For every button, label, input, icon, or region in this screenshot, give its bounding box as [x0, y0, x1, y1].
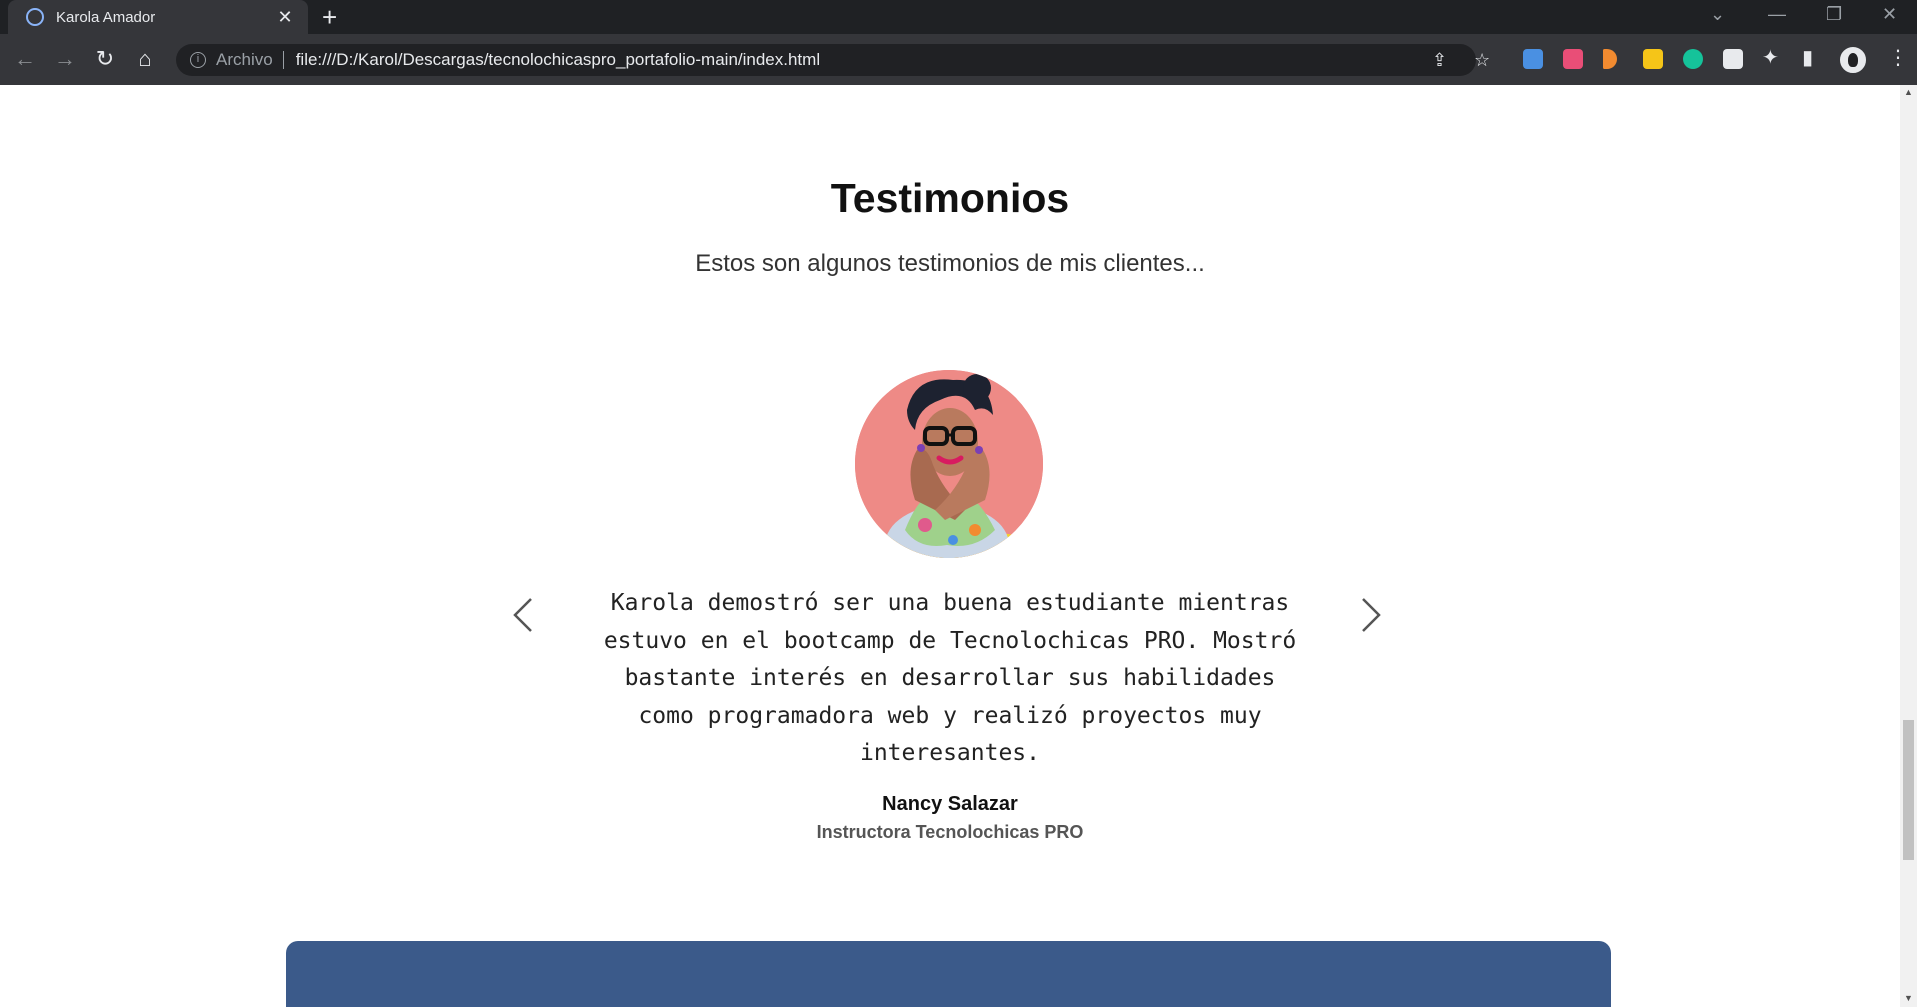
- testimonial-role: Instructora Tecnolochicas PRO: [816, 822, 1084, 842]
- restore-icon[interactable]: ❐: [1826, 4, 1842, 25]
- extension-w-icon[interactable]: [1643, 49, 1663, 69]
- new-tab-button[interactable]: +: [322, 3, 337, 31]
- close-window-icon[interactable]: ✕: [1882, 4, 1897, 25]
- scroll-up-icon[interactable]: ▲: [1904, 87, 1913, 97]
- testimonial-quote: Karola demostró ser una buena estudiante…: [603, 590, 1297, 766]
- home-icon[interactable]: ⌂: [132, 46, 158, 72]
- section-title: Testimonios: [830, 175, 1070, 221]
- scroll-down-icon[interactable]: ▼: [1904, 993, 1913, 1003]
- info-icon[interactable]: i: [190, 52, 206, 68]
- share-icon[interactable]: ⇪: [1432, 50, 1447, 71]
- minimize-icon[interactable]: —: [1768, 4, 1786, 25]
- tab-search-icon[interactable]: ⌄: [1710, 4, 1725, 25]
- carousel-prev-icon[interactable]: [503, 585, 543, 645]
- tab-close-icon[interactable]: ✕: [274, 7, 296, 28]
- browser-tab[interactable]: Karola Amador ✕: [8, 0, 308, 34]
- carousel-next-icon[interactable]: [1351, 585, 1391, 645]
- back-icon[interactable]: ←: [12, 46, 38, 72]
- testimonial-author: Nancy Salazar: [882, 793, 1018, 815]
- forward-icon[interactable]: →: [52, 46, 78, 72]
- url-divider: [282, 51, 284, 69]
- address-bar[interactable]: i Archivo file:///D:/Karol/Descargas/tec…: [176, 44, 1490, 76]
- extension-pen-icon[interactable]: [1723, 49, 1743, 69]
- page-viewport: Testimonios Estos son algunos testimonio…: [0, 85, 1900, 1007]
- tab-strip: Karola Amador ✕ + ⌄ — ❐ ✕: [0, 0, 1917, 34]
- url-scheme-label: Archivo: [216, 50, 273, 69]
- bookmark-star-icon[interactable]: ☆: [1474, 50, 1490, 71]
- url-text[interactable]: file:///D:/Karol/Descargas/tecnolochicas…: [296, 50, 820, 70]
- browser-toolbar: ← → ↻ ⌂ i Archivo file:///D:/Karol/Desca…: [0, 34, 1917, 85]
- reload-icon[interactable]: ↻: [92, 46, 118, 72]
- page-favicon-icon: [26, 8, 44, 26]
- tab-title: Karola Amador: [56, 8, 156, 26]
- section-subtitle: Estos son algunos testimonios de mis cli…: [695, 250, 1205, 277]
- vertical-scrollbar[interactable]: ▲ ▼: [1900, 85, 1917, 1007]
- extension-megaphone-icon[interactable]: [1603, 49, 1617, 69]
- contact-panel: [286, 941, 1611, 1007]
- menu-icon[interactable]: ⋮: [1888, 46, 1908, 70]
- extensions-icon[interactable]: ✦: [1762, 46, 1779, 70]
- side-panel-icon[interactable]: ▮: [1802, 46, 1813, 70]
- profile-icon[interactable]: [1840, 47, 1866, 73]
- grammarly-icon[interactable]: [1683, 49, 1703, 69]
- extension-red-icon[interactable]: [1563, 49, 1583, 69]
- extension-bookmark-icon[interactable]: [1523, 49, 1543, 69]
- scrollbar-thumb[interactable]: [1903, 720, 1914, 860]
- testimonial-avatar: [855, 370, 1043, 558]
